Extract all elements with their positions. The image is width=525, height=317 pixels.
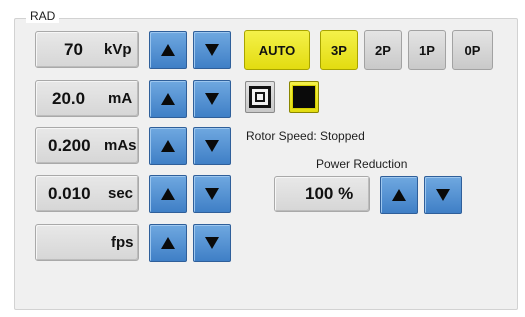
kvp-value-display: 70 kVp [35,31,139,68]
ma-value: 20.0 [52,89,86,108]
mas-decrease-button[interactable] [193,127,231,165]
sec-value-display: 0.010 sec [35,175,139,212]
ma-increase-button[interactable] [149,80,187,118]
2p-mode-button[interactable]: 2P [364,30,402,70]
fps-decrease-button[interactable] [193,224,231,262]
mas-increase-button[interactable] [149,127,187,165]
mas-value: 0.200 [48,136,91,155]
arrow-up-icon [161,44,175,56]
fps-increase-button[interactable] [149,224,187,262]
arrow-down-icon [436,189,450,201]
large-focus-icon [293,86,315,108]
arrow-down-icon [205,237,219,249]
power-reduction-display: 100 % [274,176,370,212]
ma-decrease-button[interactable] [193,80,231,118]
auto-mode-button[interactable]: AUTO [244,30,310,70]
sec-value: 0.010 [48,184,91,203]
arrow-down-icon [205,140,219,152]
arrow-down-icon [205,44,219,56]
rotor-speed-status: Rotor Speed: Stopped [246,129,365,143]
mas-value-display: 0.200 mAs [35,127,139,164]
arrow-up-icon [161,188,175,200]
arrow-down-icon [205,188,219,200]
power-reduction-decrease-button[interactable] [424,176,462,214]
sec-decrease-button[interactable] [193,175,231,213]
panel-title: RAD [26,9,60,23]
sec-unit: sec [108,185,134,202]
arrow-up-icon [392,189,406,201]
fps-unit: fps [111,234,134,251]
large-focus-button[interactable] [289,81,319,113]
sec-increase-button[interactable] [149,175,187,213]
small-focus-button[interactable] [245,81,275,113]
kvp-unit: kVp [104,41,132,58]
ma-unit: mA [108,90,133,107]
1p-mode-button[interactable]: 1P [408,30,446,70]
arrow-up-icon [161,93,175,105]
mas-unit: mAs [104,137,137,154]
power-reduction-label: Power Reduction [316,157,408,171]
kvp-increase-button[interactable] [149,31,187,69]
0p-mode-button[interactable]: 0P [452,30,493,70]
kvp-value: 70 [64,40,83,59]
fps-value-display: fps [35,224,139,261]
arrow-up-icon [161,140,175,152]
small-focus-icon [249,86,271,108]
3p-mode-button[interactable]: 3P [320,30,358,70]
power-reduction-increase-button[interactable] [380,176,418,214]
power-reduction-value: 100 % [305,184,354,203]
arrow-down-icon [205,93,219,105]
kvp-decrease-button[interactable] [193,31,231,69]
arrow-up-icon [161,237,175,249]
ma-value-display: 20.0 mA [35,80,139,117]
